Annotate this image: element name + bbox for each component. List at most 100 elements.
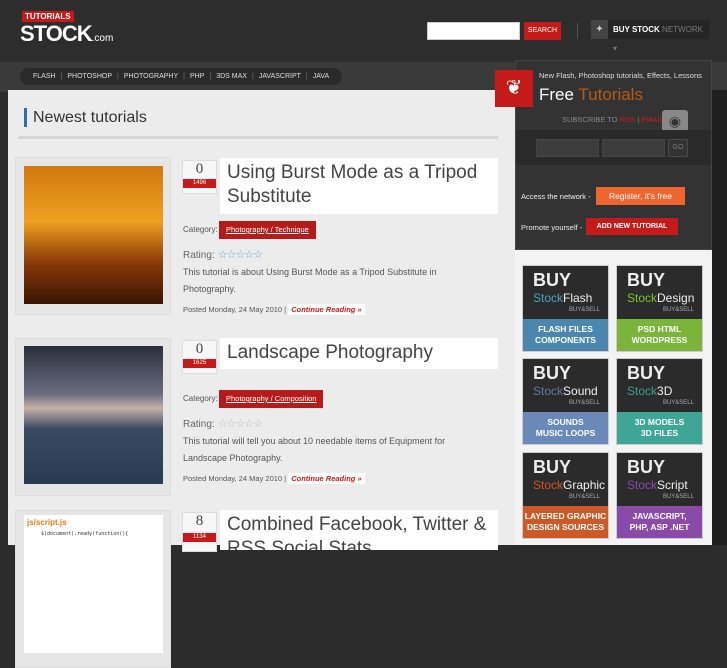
rating: Rating: ☆☆☆☆☆ <box>183 417 263 430</box>
nav-flash[interactable]: FLASH <box>28 73 61 80</box>
banner-product: Sound <box>563 384 598 398</box>
category-label: Category: <box>183 225 218 234</box>
banner-footer: PSD HTML WORDPRESS <box>617 319 702 351</box>
comment-count-value: 8 <box>195 513 204 529</box>
banner-buy-stock-sound[interactable]: BUY StockSound BUY&SELL SOUNDS MUSIC LOOP… <box>522 358 609 445</box>
thumb-filename: js/script.js <box>27 518 67 527</box>
search-button[interactable]: SEARCH <box>524 22 561 40</box>
sidebar-tagline: New Flash, Photoshop tutorials, Effects,… <box>539 71 702 80</box>
network-logo-icon: ✦ <box>591 20 608 39</box>
add-new-tutorial-button[interactable]: ADD NEW TUTORIAL <box>586 218 678 235</box>
continue-reading-link[interactable]: Continue Reading » <box>288 473 365 484</box>
nav-java[interactable]: JAVA <box>308 73 334 80</box>
username-input[interactable] <box>536 139 599 157</box>
network-bold: BUY STOCK <box>613 25 660 34</box>
banner-buysell: BUY&SELL <box>662 494 694 500</box>
comment-count-value: 0 <box>195 161 204 177</box>
comment-count[interactable]: 0 1625 <box>182 340 217 374</box>
banner-buy-stock-design[interactable]: BUY StockDesign BUY&SELL PSD HTML WORDPRE… <box>616 265 703 352</box>
banner-line1: FLASH FILES <box>538 324 593 334</box>
post-description: This tutorial will tell you about 10 nee… <box>183 436 446 463</box>
rss-link[interactable]: RSS <box>620 115 635 124</box>
banner-product: Graphic <box>563 478 606 492</box>
banner-buy-stock-script[interactable]: BUY StockScript BUY&SELL JAVASCRIPT, PHP,… <box>616 452 703 539</box>
category-link[interactable]: Photography / Composition <box>219 390 324 408</box>
subscribe-label: SUBSCRIBE TO <box>562 115 618 124</box>
thumb-code: $(document).ready(function(){ <box>41 531 129 537</box>
post-date: Posted Monday, 24 May 2010 | <box>183 474 287 483</box>
free-word: Free <box>539 85 574 104</box>
post-thumbnail[interactable] <box>24 346 163 484</box>
nav-javascript[interactable]: JAVASCRIPT <box>254 73 306 80</box>
comment-count[interactable]: 8 1134 <box>182 512 217 552</box>
register-button[interactable]: Register, it's free <box>596 187 685 205</box>
banner-buy-stock-3d[interactable]: BUY Stock3D BUY&SELL 3D MODELS 3D FILES <box>616 358 703 445</box>
banner-stock: Stock <box>627 478 658 492</box>
post-date: Posted Monday, 24 May 2010 | <box>183 305 287 314</box>
logo-main: STOCK <box>20 21 93 46</box>
banner-name: StockSound <box>533 384 598 398</box>
banner-stock: Stock <box>533 384 564 398</box>
post-thumbnail[interactable]: js/script.js $(document).ready(function()… <box>24 515 163 653</box>
divider <box>18 136 498 139</box>
go-button[interactable]: GO <box>668 139 688 157</box>
banner-buy: BUY <box>533 270 572 290</box>
banner-buy-stock-graphic[interactable]: BUY StockGraphic BUY&SELL LAYERED GRAPHI… <box>522 452 609 539</box>
banner-buy: BUY <box>627 270 666 290</box>
star-rating-icon[interactable]: ☆☆☆☆☆ <box>218 418 263 430</box>
page-edge <box>712 90 727 545</box>
continue-reading-link[interactable]: Continue Reading » <box>288 304 365 315</box>
banner-buy-stock-flash[interactable]: BUY StockFlash BUY&SELL FLASH FILES COMPO… <box>522 265 609 352</box>
banner-buy: BUY <box>627 457 666 477</box>
banner-buy: BUY <box>533 457 572 477</box>
logo[interactable]: STOCK.com <box>20 21 113 47</box>
banner-buysell: BUY&SELL <box>568 494 600 500</box>
post-meta: Posted Monday, 24 May 2010 | Continue Re… <box>183 473 365 484</box>
category-nav: FLASH | PHOTOSHOP | PHOTOGRAPHY | PHP | 3DS … <box>20 68 343 85</box>
page-title: Newest tutorials <box>24 108 147 127</box>
rating: Rating: ☆☆☆☆☆ <box>183 248 263 261</box>
post-thumbnail[interactable] <box>24 166 163 304</box>
banner-name: StockDesign <box>627 291 694 305</box>
banner-product: Design <box>657 291 695 305</box>
post-title[interactable]: Combined Facebook, Twitter & RSS Social … <box>220 510 498 550</box>
banner-footer: JAVASCRIPT, PHP, ASP .NET <box>617 506 702 538</box>
nav-photography[interactable]: PHOTOGRAPHY <box>119 73 183 80</box>
buy-stock-network-dropdown[interactable]: BUY STOCK NETWORK ▾ <box>591 20 709 53</box>
subscribe: SUBSCRIBE TO RSS | EMAIL <box>562 115 664 124</box>
banner-buysell: BUY&SELL <box>662 400 694 406</box>
banner-buy: BUY <box>627 363 666 383</box>
banner-buysell: BUY&SELL <box>568 307 600 313</box>
banner-name: StockFlash <box>533 291 592 305</box>
category-link[interactable]: Photography / Technique <box>219 221 316 239</box>
post-description: This tutorial is about Using Burst Mode … <box>183 267 437 294</box>
category-label: Category: <box>183 394 218 403</box>
banner-product: Flash <box>563 291 593 305</box>
banner-line1: 3D MODELS <box>634 417 685 427</box>
banner-line2: MUSIC LOOPS <box>535 428 596 438</box>
comment-count-value: 0 <box>195 341 204 357</box>
star-rating-icon[interactable]: ☆☆☆☆☆ <box>218 249 263 261</box>
banner-product: Script <box>657 478 688 492</box>
banner-line2: PHP, ASP .NET <box>629 522 690 532</box>
post-title[interactable]: Using Burst Mode as a Tripod Substitute <box>220 158 498 214</box>
password-input[interactable] <box>602 139 665 157</box>
email-link[interactable]: EMAIL <box>641 115 664 124</box>
banner-line2: WORDPRESS <box>631 335 688 345</box>
nav-3dsmax[interactable]: 3DS MAX <box>211 73 252 80</box>
banner-line2: COMPONENTS <box>535 335 596 345</box>
banner-stock: Stock <box>533 291 564 305</box>
logo-suffix: .com <box>91 33 114 44</box>
banner-footer: SOUNDS MUSIC LOOPS <box>523 412 608 444</box>
banner-line1: SOUNDS <box>547 417 584 427</box>
view-count: 1496 <box>183 179 216 188</box>
separator: | <box>637 115 640 124</box>
rss-icon[interactable]: ◉ <box>662 110 688 132</box>
post-title[interactable]: Landscape Photography <box>220 338 498 369</box>
comment-count[interactable]: 0 1496 <box>182 160 217 194</box>
nav-photoshop[interactable]: PHOTOSHOP <box>62 73 117 80</box>
banner-name: StockScript <box>627 478 688 492</box>
banner-stock: Stock <box>627 291 658 305</box>
nav-php[interactable]: PHP <box>185 73 209 80</box>
search-input[interactable] <box>427 22 520 40</box>
